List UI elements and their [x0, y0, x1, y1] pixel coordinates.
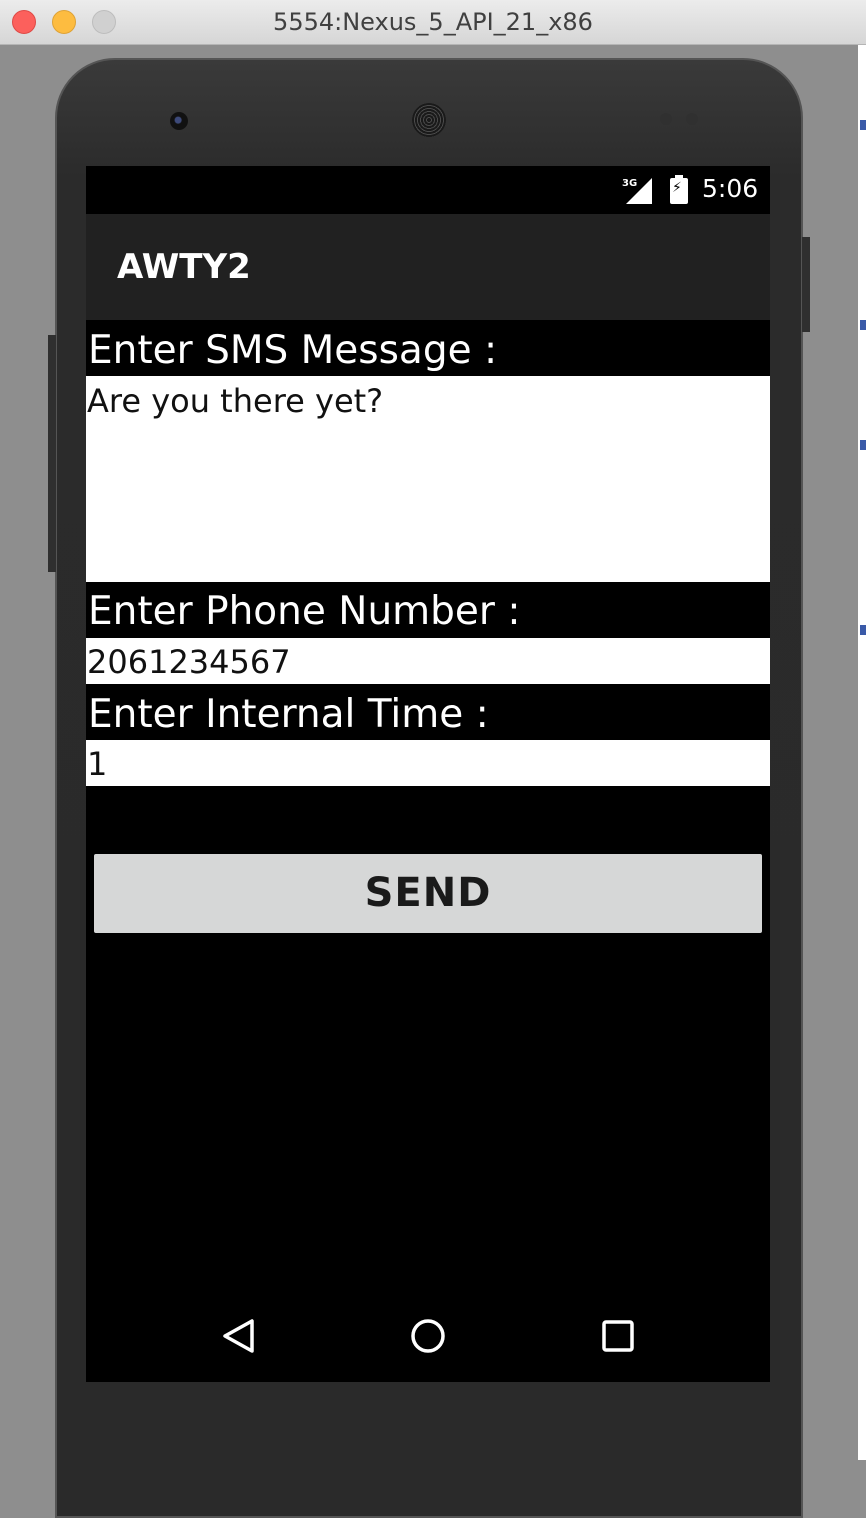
front-camera	[170, 112, 188, 130]
device-screen: 3G 5:06 AWTY2 Enter SMS Message : Are yo…	[86, 166, 770, 1382]
status-bar: 3G 5:06	[86, 166, 770, 214]
interval-time-label: Enter Internal Time :	[88, 692, 489, 737]
recents-icon[interactable]	[600, 1318, 636, 1354]
background-window-mark	[860, 120, 866, 130]
light-sensor	[686, 113, 698, 125]
status-time: 5:06	[702, 174, 759, 203]
background-window-edge	[858, 45, 866, 1460]
background-window-mark	[860, 625, 866, 635]
battery-charging-icon	[670, 175, 688, 204]
power-button[interactable]	[802, 237, 810, 332]
action-bar: AWTY2	[86, 214, 770, 320]
window-title: 5554:Nexus_5_API_21_x86	[273, 8, 593, 36]
send-button[interactable]: SEND	[94, 854, 762, 933]
earpiece-speaker	[412, 103, 446, 137]
proximity-sensor	[660, 113, 672, 125]
window-title-bar: 5554:Nexus_5_API_21_x86	[0, 0, 866, 45]
sms-message-input[interactable]: Are you there yet?	[86, 376, 770, 582]
app-title: AWTY2	[117, 247, 251, 287]
phone-number-input[interactable]: 2061234567	[86, 638, 770, 684]
back-icon[interactable]	[220, 1318, 256, 1354]
volume-button[interactable]	[48, 335, 56, 572]
background-window-mark	[860, 440, 866, 450]
home-icon[interactable]	[410, 1318, 446, 1354]
signal-icon	[626, 178, 652, 204]
phone-number-label: Enter Phone Number :	[88, 589, 521, 634]
navigation-bar	[86, 1286, 770, 1382]
sms-message-label: Enter SMS Message :	[88, 328, 498, 373]
interval-time-input[interactable]: 1	[86, 740, 770, 786]
background-window-mark	[860, 320, 866, 330]
